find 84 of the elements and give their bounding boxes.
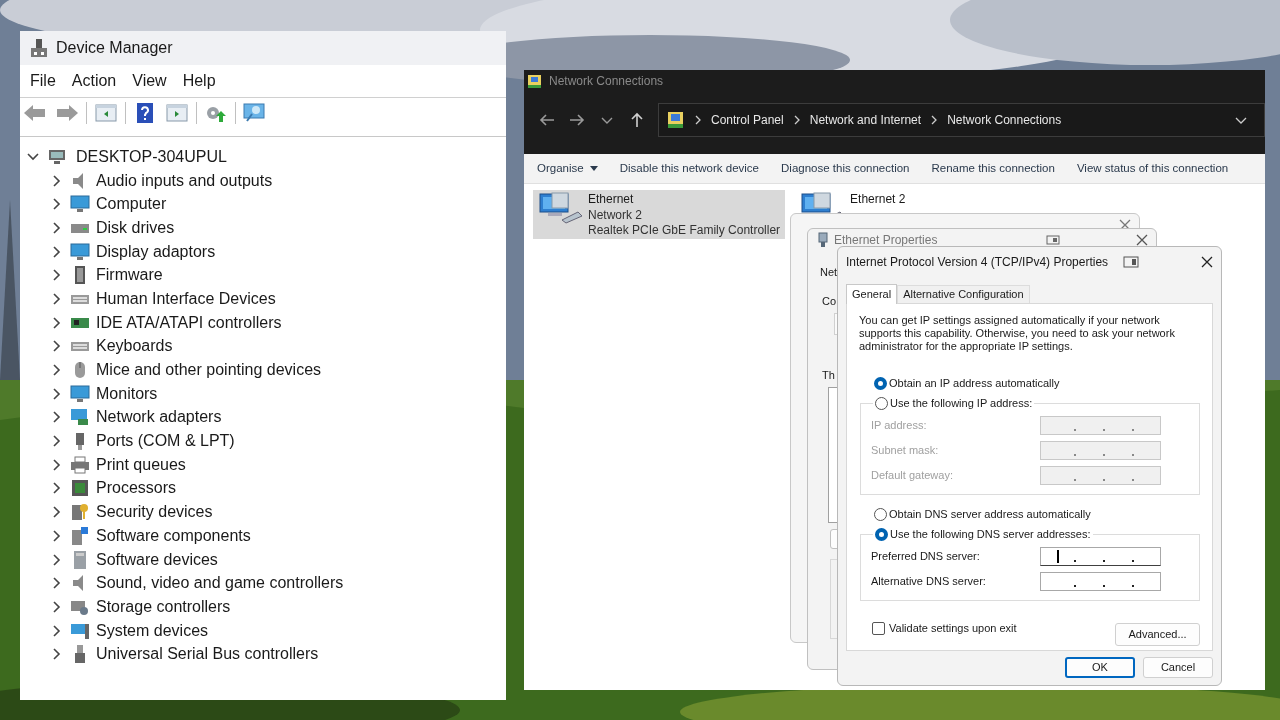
advanced-button[interactable]: Advanced... xyxy=(1115,623,1200,646)
connection-detail: Realtek PCIe GbE Family Controller xyxy=(588,223,781,239)
network-monitor-icon xyxy=(70,407,90,428)
monitor-icon xyxy=(70,383,90,404)
tree-item[interactable]: Monitors xyxy=(96,381,158,406)
command-button[interactable]: Organise xyxy=(537,159,598,178)
label: Co xyxy=(822,294,837,309)
radio-option[interactable]: Use the following IP address: xyxy=(875,393,1033,413)
menu-item[interactable]: File xyxy=(24,69,62,93)
connection-name: Ethernet 2 xyxy=(850,192,906,208)
monitor-icon xyxy=(70,194,90,215)
dialog-title: Ethernet Properties xyxy=(834,232,938,249)
tree-item[interactable]: Software components xyxy=(96,523,251,548)
tree-item[interactable]: Processors xyxy=(96,476,177,501)
radio-option[interactable]: Use the following DNS server addresses: xyxy=(875,524,1091,544)
tree-item[interactable]: Disk drives xyxy=(96,215,175,240)
radio-option[interactable]: Obtain DNS server address automatically xyxy=(874,504,1200,524)
dropdown-arrow-icon xyxy=(589,166,598,171)
breadcrumb-item[interactable]: Network and Internet xyxy=(809,110,922,129)
field-label: IP address: xyxy=(871,418,928,434)
tab-label[interactable]: Net xyxy=(820,264,838,281)
device-manager-icon xyxy=(30,38,48,58)
chevron-right-icon xyxy=(930,114,939,125)
menu-item[interactable]: View xyxy=(126,69,173,93)
breadcrumb-item[interactable]: Network Connections xyxy=(947,110,1062,129)
window-title: Device Manager xyxy=(56,38,173,58)
tree-item[interactable]: Universal Serial Bus controllers xyxy=(96,642,319,667)
tab[interactable]: General xyxy=(846,284,898,304)
field-label: Default gateway: xyxy=(871,468,954,484)
restore-icon[interactable] xyxy=(1123,256,1139,268)
key-icon xyxy=(70,502,90,523)
tab[interactable]: Alternative Configuration xyxy=(897,285,1030,303)
radio-option[interactable]: Obtain an IP address automatically xyxy=(874,373,1200,393)
menu-item[interactable]: Help xyxy=(176,69,222,93)
chevron-right-icon xyxy=(792,114,801,125)
processor-icon xyxy=(70,478,90,499)
tree-item[interactable]: DESKTOP-304UPUL xyxy=(76,144,227,169)
ip-address-field[interactable] xyxy=(1040,572,1161,591)
command-button[interactable]: Diagnose this connection xyxy=(781,159,910,178)
tree-item[interactable]: Keyboards xyxy=(96,334,173,359)
dialog-button[interactable]: OK xyxy=(1065,657,1135,678)
command-button[interactable]: Disable this network device xyxy=(619,159,759,178)
tree-item[interactable]: Ports (COM & LPT) xyxy=(96,429,235,454)
tree-item[interactable]: Computer xyxy=(96,192,167,217)
tree-item[interactable]: System devices xyxy=(96,618,209,643)
chevron-right-icon xyxy=(694,114,702,125)
tree-item[interactable]: Human Interface Devices xyxy=(96,286,276,311)
monitor-icon xyxy=(70,241,90,262)
field-label: Alternative DNS server: xyxy=(871,574,987,590)
dialog-title: Internet Protocol Version 4 (TCP/IPv4) Properties xyxy=(846,254,1109,271)
tree-item[interactable]: Storage controllers xyxy=(96,594,231,619)
tree-item[interactable]: Network adapters xyxy=(96,405,222,430)
connection-detail: Network 2 xyxy=(588,207,644,223)
restore-icon[interactable] xyxy=(1046,234,1060,246)
tree-item[interactable]: IDE ATA/ATAPI controllers xyxy=(96,310,282,335)
validate-checkbox[interactable]: Validate settings upon exit xyxy=(872,620,1017,637)
tree-item[interactable]: Firmware xyxy=(96,263,163,288)
menu-item[interactable]: Action xyxy=(65,69,123,93)
window-title: Network Connections xyxy=(549,73,664,90)
tree-item[interactable]: Sound, video and game controllers xyxy=(96,571,344,596)
field-label: Preferred DNS server: xyxy=(871,549,981,565)
breadcrumb-item[interactable]: Control Panel xyxy=(711,110,784,129)
printer-icon xyxy=(70,454,90,475)
connection-name: Ethernet xyxy=(588,192,635,208)
text-cursor xyxy=(1057,550,1059,563)
label: Th xyxy=(822,368,835,383)
close-icon[interactable] xyxy=(1136,234,1148,246)
tree-item[interactable]: Audio inputs and outputs xyxy=(96,168,273,193)
dialog-button[interactable]: Cancel xyxy=(1143,657,1213,678)
tree-item[interactable]: Print queues xyxy=(96,452,186,477)
ip-address-field[interactable] xyxy=(1040,547,1161,566)
network-computers-icon xyxy=(538,192,583,224)
puzzle-icon xyxy=(70,525,90,546)
address-bar[interactable]: Control Panel Network and Internet Network Connections xyxy=(658,102,1265,137)
tree-item[interactable]: Security devices xyxy=(96,500,213,525)
tree-item[interactable]: Software devices xyxy=(96,547,218,572)
connection-item[interactable]: Ethernet Network 2 Realtek PCIe GbE Family Controller xyxy=(533,190,786,239)
description-text: You can get IP settings assigned automatically if your network supports this capability. Otherwise, you need to ask your network administrator for the appropriate IP settings. xyxy=(859,314,1176,353)
field-label: Subnet mask: xyxy=(871,443,940,459)
command-button[interactable]: Rename this connection xyxy=(931,159,1055,178)
tree-item[interactable]: Display adaptors xyxy=(96,239,216,264)
close-icon[interactable] xyxy=(1201,256,1213,268)
command-button[interactable]: View status of this connection xyxy=(1076,159,1229,178)
tree-item[interactable]: Mice and other pointing devices xyxy=(96,358,322,383)
